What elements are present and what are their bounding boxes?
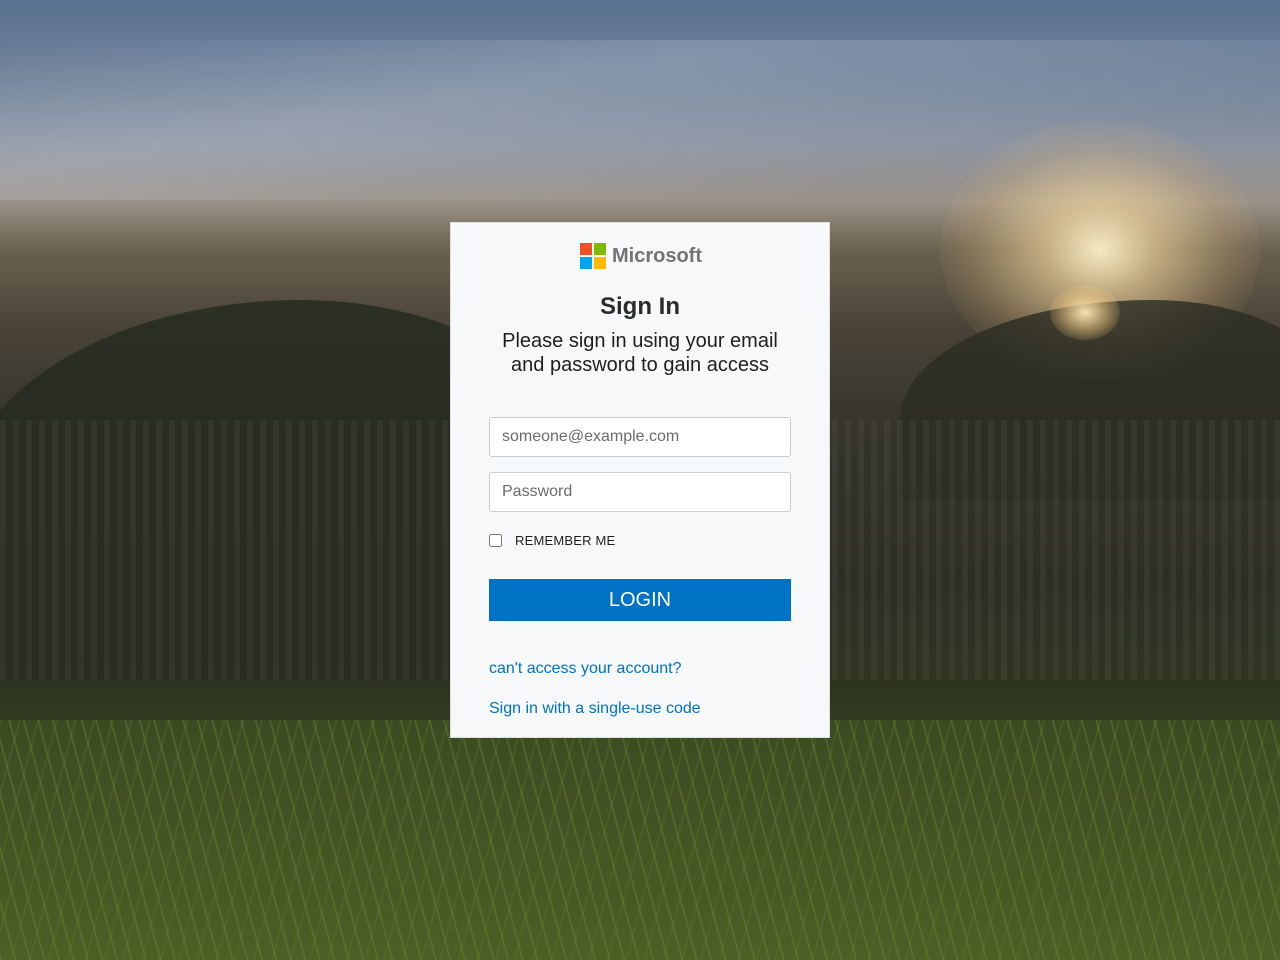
single-use-code-link[interactable]: Sign in with a single-use code (489, 700, 701, 718)
grass-foreground (0, 720, 1280, 960)
microsoft-logo: Microsoft (580, 243, 702, 269)
remember-me-checkbox[interactable] (489, 534, 502, 547)
logo-square-yellow (594, 257, 606, 269)
page-subtitle: Please sign in using your email and pass… (502, 330, 778, 376)
remember-me-label: REMEMBER ME (515, 533, 616, 548)
logo-wordmark: Microsoft (612, 244, 702, 267)
sign-in-card: Microsoft Sign In Please sign in using y… (450, 222, 830, 738)
password-field[interactable] (489, 472, 791, 512)
logo-square-green (594, 243, 606, 255)
microsoft-logo-icon (580, 243, 606, 269)
sun-reflection (1050, 285, 1120, 340)
login-button[interactable]: LOGIN (489, 579, 791, 621)
email-field[interactable] (489, 417, 791, 457)
cant-access-account-link[interactable]: can't access your account? (489, 660, 682, 678)
remember-me-row: REMEMBER ME (489, 533, 615, 548)
logo-square-blue (580, 257, 592, 269)
logo-square-red (580, 243, 592, 255)
page-title: Sign In (600, 293, 680, 320)
